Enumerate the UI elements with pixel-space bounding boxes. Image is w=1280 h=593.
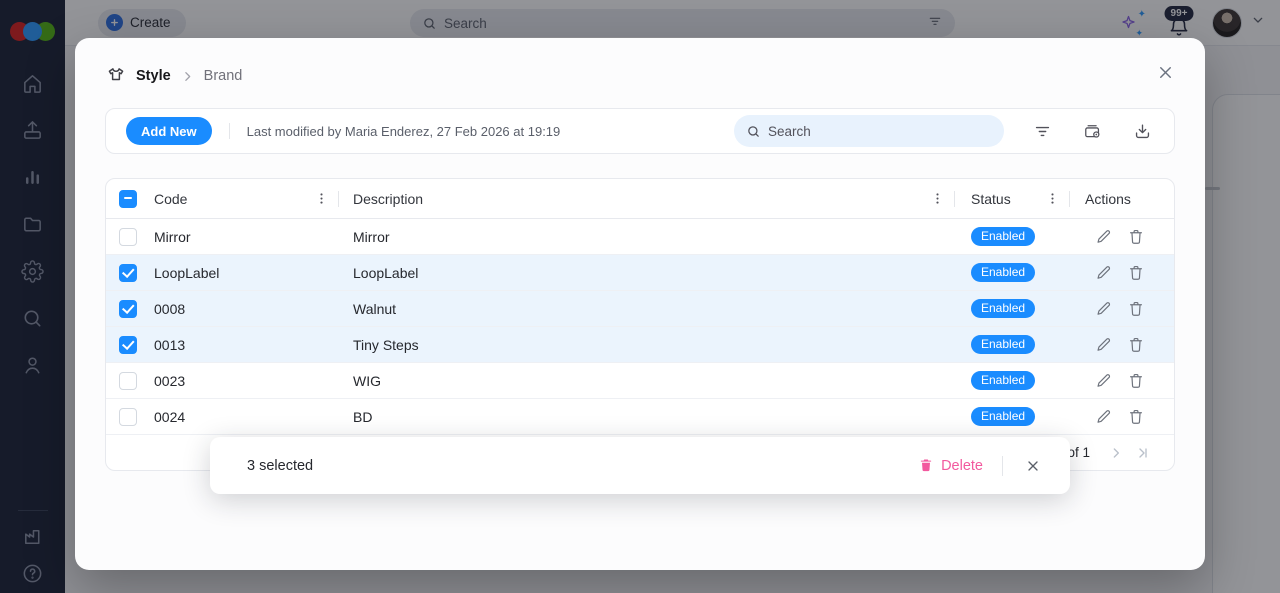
edit-button[interactable] bbox=[1094, 371, 1113, 390]
bulk-delete-button[interactable]: Delete bbox=[918, 457, 983, 474]
table-body: Mirror Mirror Enabled LoopLabel LoopLabe… bbox=[106, 219, 1174, 435]
breadcrumb: Style Brand bbox=[105, 62, 242, 90]
app-root: Create ✦ ✦ 99+ bbox=[0, 0, 1280, 593]
edit-button[interactable] bbox=[1094, 407, 1113, 426]
row-code: LoopLabel bbox=[154, 264, 220, 281]
selection-bar-close-button[interactable] bbox=[1022, 455, 1044, 477]
column-header-status[interactable]: Status bbox=[971, 191, 1011, 207]
delete-button[interactable] bbox=[1126, 299, 1145, 318]
column-header-description[interactable]: Description bbox=[353, 191, 423, 207]
table-row[interactable]: 0023 WIG Enabled bbox=[106, 363, 1174, 399]
delete-button[interactable] bbox=[1126, 335, 1145, 354]
delete-button[interactable] bbox=[1126, 407, 1145, 426]
last-page-button[interactable] bbox=[1132, 442, 1154, 464]
close-icon bbox=[1159, 66, 1171, 78]
edit-button[interactable] bbox=[1094, 335, 1113, 354]
row-code: 0023 bbox=[154, 372, 186, 389]
filter-button[interactable] bbox=[1030, 119, 1054, 143]
selection-bar: 3 selected Delete bbox=[210, 437, 1070, 494]
status-badge: Enabled bbox=[971, 407, 1036, 426]
breadcrumb-brand: Brand bbox=[203, 68, 243, 84]
delete-button[interactable] bbox=[1126, 371, 1145, 390]
table-header: Code Description Status Actions bbox=[106, 179, 1174, 219]
select-all-checkbox[interactable] bbox=[119, 189, 137, 208]
row-code: 0013 bbox=[154, 336, 186, 353]
column-header-code[interactable]: Code bbox=[154, 191, 187, 207]
pencil-icon bbox=[1096, 229, 1110, 243]
breadcrumb-style[interactable]: Style bbox=[136, 68, 171, 84]
manage-views-icon bbox=[1084, 124, 1099, 138]
row-description: Walnut bbox=[353, 300, 397, 317]
bulk-delete-label: Delete bbox=[941, 457, 983, 474]
row-code: Mirror bbox=[154, 228, 191, 245]
close-icon bbox=[1028, 460, 1038, 471]
edit-button[interactable] bbox=[1094, 299, 1113, 318]
chevron-right-icon bbox=[181, 70, 194, 83]
column-menu-icon[interactable] bbox=[928, 190, 946, 208]
table-row[interactable]: LoopLabel LoopLabel Enabled bbox=[106, 255, 1174, 291]
row-description: Tiny Steps bbox=[353, 336, 419, 353]
row-checkbox[interactable] bbox=[119, 299, 137, 318]
row-description: Mirror bbox=[353, 228, 390, 245]
trash-icon bbox=[1129, 373, 1142, 388]
row-description: WIG bbox=[353, 372, 381, 389]
download-icon bbox=[1135, 123, 1149, 138]
manage-views-button[interactable] bbox=[1080, 119, 1104, 143]
add-new-button[interactable]: Add New bbox=[126, 117, 212, 145]
filter-icon bbox=[1035, 126, 1049, 136]
trash-icon bbox=[1129, 265, 1142, 280]
table-search[interactable] bbox=[734, 115, 1004, 147]
download-button[interactable] bbox=[1130, 119, 1154, 143]
row-description: LoopLabel bbox=[353, 264, 419, 281]
modal-close-button[interactable] bbox=[1153, 60, 1177, 84]
row-checkbox[interactable] bbox=[119, 371, 137, 390]
table-row[interactable]: 0024 BD Enabled bbox=[106, 399, 1174, 435]
table-search-input[interactable] bbox=[768, 123, 978, 139]
row-checkbox[interactable] bbox=[119, 263, 137, 282]
status-badge: Enabled bbox=[971, 371, 1036, 390]
tshirt-icon bbox=[105, 65, 127, 87]
column-menu-icon[interactable] bbox=[1043, 190, 1061, 208]
row-checkbox[interactable] bbox=[119, 227, 137, 246]
row-checkbox[interactable] bbox=[119, 335, 137, 354]
brand-table: Code Description Status Actions Mirror M… bbox=[105, 178, 1175, 471]
row-checkbox[interactable] bbox=[119, 407, 137, 426]
toolbar-divider bbox=[228, 123, 230, 139]
table-row[interactable]: 0013 Tiny Steps Enabled bbox=[106, 327, 1174, 363]
selected-count-label: 3 selected bbox=[247, 457, 314, 474]
brand-modal: Style Brand Add New Last modified by Mar… bbox=[75, 38, 1205, 570]
row-description: BD bbox=[353, 408, 373, 425]
row-code: 0008 bbox=[154, 300, 186, 317]
chevron-right-icon bbox=[1113, 447, 1119, 458]
selection-bar-divider bbox=[1002, 455, 1003, 476]
trash-icon bbox=[920, 459, 932, 472]
table-row[interactable]: Mirror Mirror Enabled bbox=[106, 219, 1174, 255]
edit-button[interactable] bbox=[1094, 263, 1113, 282]
trash-icon bbox=[1129, 229, 1142, 244]
row-code: 0024 bbox=[154, 408, 186, 425]
chevron-last-icon bbox=[1139, 447, 1147, 458]
trash-icon bbox=[1129, 337, 1142, 352]
table-row[interactable]: 0008 Walnut Enabled bbox=[106, 291, 1174, 327]
pencil-icon bbox=[1096, 373, 1110, 387]
column-menu-icon[interactable] bbox=[312, 190, 330, 208]
status-badge: Enabled bbox=[971, 335, 1036, 354]
search-icon bbox=[748, 125, 759, 137]
pencil-icon bbox=[1096, 337, 1110, 351]
column-header-actions: Actions bbox=[1085, 190, 1131, 207]
delete-button[interactable] bbox=[1126, 227, 1145, 246]
edit-button[interactable] bbox=[1094, 227, 1113, 246]
pencil-icon bbox=[1096, 301, 1110, 315]
last-modified-text: Last modified by Maria Enderez, 27 Feb 2… bbox=[246, 123, 561, 139]
next-page-button[interactable] bbox=[1105, 442, 1127, 464]
trash-icon bbox=[1129, 409, 1142, 424]
delete-button[interactable] bbox=[1126, 263, 1145, 282]
pencil-icon bbox=[1096, 265, 1110, 279]
modal-toolbar: Add New Last modified by Maria Enderez, … bbox=[105, 108, 1175, 154]
status-badge: Enabled bbox=[971, 263, 1036, 282]
pencil-icon bbox=[1096, 409, 1110, 423]
status-badge: Enabled bbox=[971, 299, 1036, 318]
status-badge: Enabled bbox=[971, 227, 1036, 246]
trash-icon bbox=[1129, 301, 1142, 316]
